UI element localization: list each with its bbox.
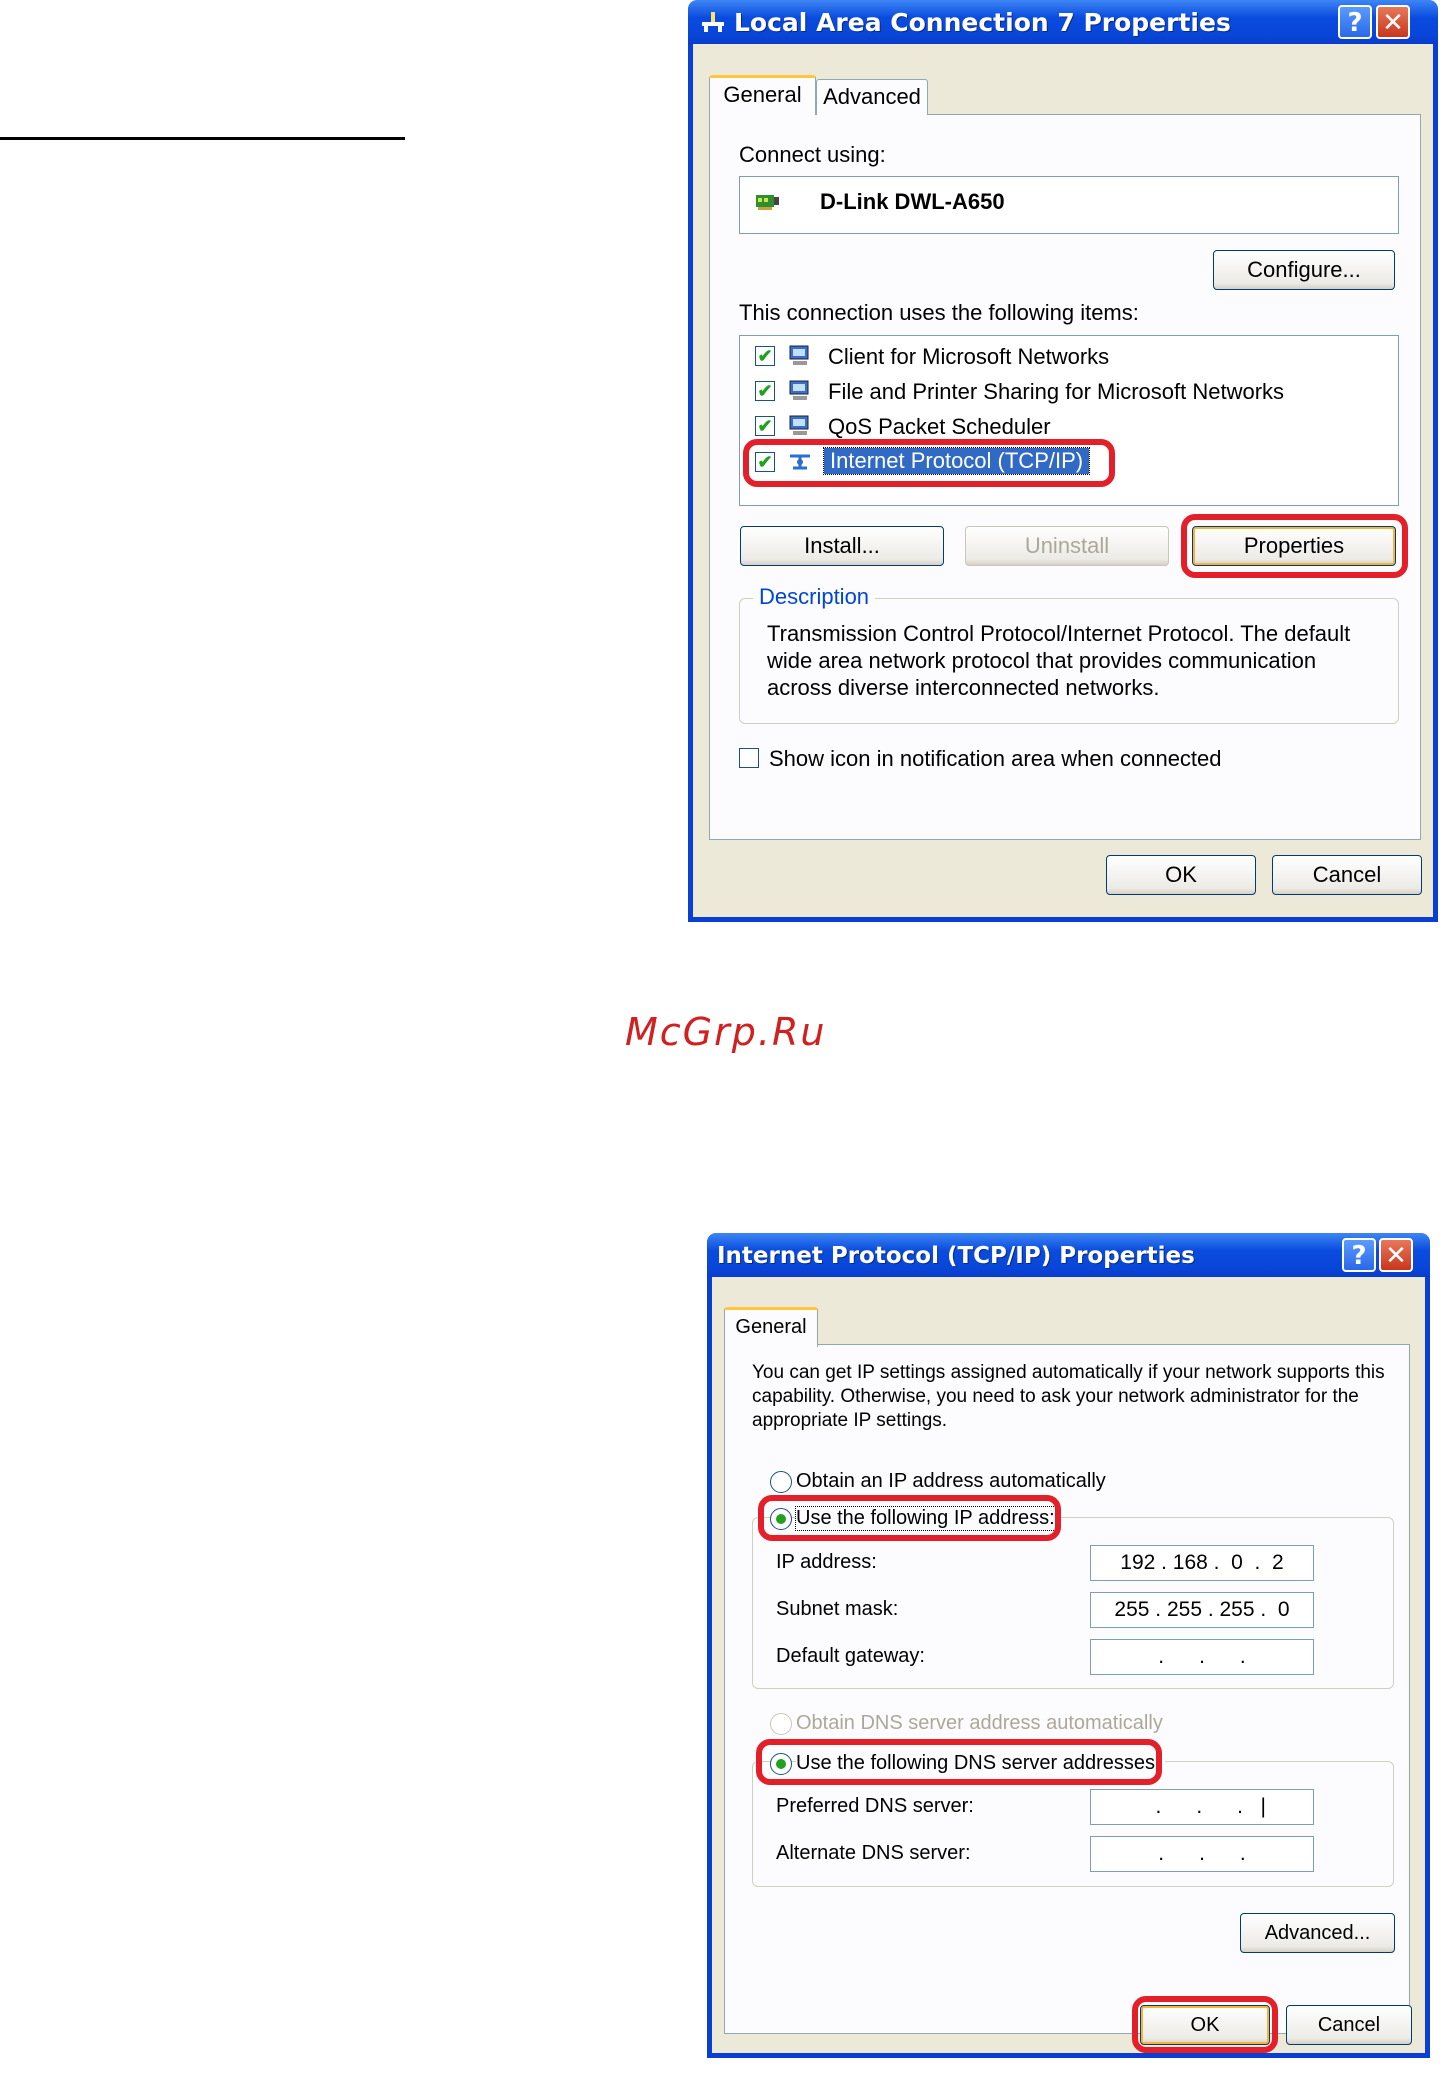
item-checkbox-client[interactable]: ✔ [755, 346, 775, 366]
tcpip-properties-dialog: Internet Protocol (TCP/IP) Properties ? … [707, 1233, 1430, 2058]
intro-text: You can get IP settings assigned automat… [752, 1362, 1385, 1431]
highlight-ring-manual-ip [758, 1495, 1061, 1541]
list-item[interactable]: QoS Packet Scheduler [828, 414, 1051, 440]
close-button[interactable]: ✕ [1379, 1238, 1413, 1272]
local-area-connection-properties-dialog: Local Area Connection 7 Properties ? ✕ G… [688, 0, 1438, 922]
highlight-ring-manual-dns [756, 1739, 1162, 1785]
auto-ip-radio[interactable] [770, 1471, 792, 1493]
alternate-dns-field[interactable]: . . . [1090, 1836, 1314, 1872]
auto-dns-label[interactable]: Obtain DNS server address automatically [796, 1712, 1163, 1735]
window-title: Internet Protocol (TCP/IP) Properties [717, 1243, 1195, 1269]
tab-general[interactable]: General [709, 75, 816, 115]
uninstall-button[interactable]: Uninstall [965, 526, 1169, 566]
list-item[interactable]: File and Printer Sharing for Microsoft N… [828, 379, 1284, 405]
network-adapter-icon [756, 195, 779, 210]
close-button[interactable]: ✕ [1376, 5, 1410, 39]
default-gateway-label: Default gateway: [776, 1645, 925, 1667]
items-label: This connection uses the following items… [739, 300, 1139, 325]
default-gateway-field[interactable]: . . . [1090, 1639, 1314, 1675]
auto-dns-radio[interactable] [770, 1713, 792, 1735]
description-title: Description [753, 584, 876, 610]
tab-general[interactable]: General [724, 1307, 818, 1347]
cancel-button[interactable]: Cancel [1272, 855, 1422, 895]
highlight-ring-properties [1181, 514, 1408, 578]
dialog-client-area: General You can get IP settings assigned… [712, 1277, 1425, 2053]
show-icon-checkbox[interactable] [739, 748, 759, 768]
client-computer-icon [789, 345, 809, 365]
subnet-mask-label: Subnet mask: [776, 1598, 899, 1620]
window-title: Local Area Connection 7 Properties [734, 8, 1231, 37]
preferred-dns-field[interactable]: . . . | [1090, 1789, 1314, 1825]
title-bar[interactable]: Local Area Connection 7 Properties ? ✕ [688, 0, 1438, 44]
file-sharing-computer-icon [789, 380, 809, 400]
tab-advanced[interactable]: Advanced [816, 79, 928, 115]
install-button[interactable]: Install... [740, 526, 944, 566]
description-text: Transmission Control Protocol/Internet P… [767, 621, 1351, 700]
connect-using-label: Connect using: [739, 142, 886, 167]
adapter-box: D-Link DWL-A650 [739, 176, 1399, 234]
preferred-dns-label: Preferred DNS server: [776, 1795, 974, 1817]
item-checkbox-file-sharing[interactable]: ✔ [755, 381, 775, 401]
highlight-ring-tcpip [743, 439, 1115, 487]
network-connection-icon [702, 12, 724, 32]
subnet-mask-field[interactable]: 255 . 255 . 255 . 0 [1090, 1592, 1314, 1628]
show-icon-label[interactable]: Show icon in notification area when conn… [769, 746, 1222, 772]
configure-button[interactable]: Configure... [1213, 250, 1395, 290]
help-button[interactable]: ? [1338, 5, 1372, 39]
list-item[interactable]: Client for Microsoft Networks [828, 344, 1109, 370]
ip-address-field[interactable]: 192 . 168 . 0 . 2 [1090, 1545, 1314, 1581]
ok-button[interactable]: OK [1106, 855, 1256, 895]
title-bar[interactable]: Internet Protocol (TCP/IP) Properties ? … [707, 1233, 1430, 1277]
advanced-button[interactable]: Advanced... [1240, 1913, 1395, 1953]
auto-ip-label[interactable]: Obtain an IP address automatically [796, 1470, 1106, 1493]
help-button[interactable]: ? [1342, 1238, 1376, 1272]
watermark-text: McGrp.Ru [625, 1010, 827, 1054]
ip-address-label: IP address: [776, 1551, 877, 1573]
highlight-ring-ok [1132, 1996, 1278, 2053]
alternate-dns-label: Alternate DNS server: [776, 1842, 971, 1864]
adapter-name: D-Link DWL-A650 [820, 189, 1005, 214]
cancel-button[interactable]: Cancel [1286, 2005, 1412, 2045]
dialog-client-area: General Advanced Connect using: D-Link D… [693, 44, 1433, 917]
qos-scheduler-icon [789, 415, 809, 435]
item-checkbox-qos[interactable]: ✔ [755, 416, 775, 436]
horizontal-rule [0, 137, 405, 140]
